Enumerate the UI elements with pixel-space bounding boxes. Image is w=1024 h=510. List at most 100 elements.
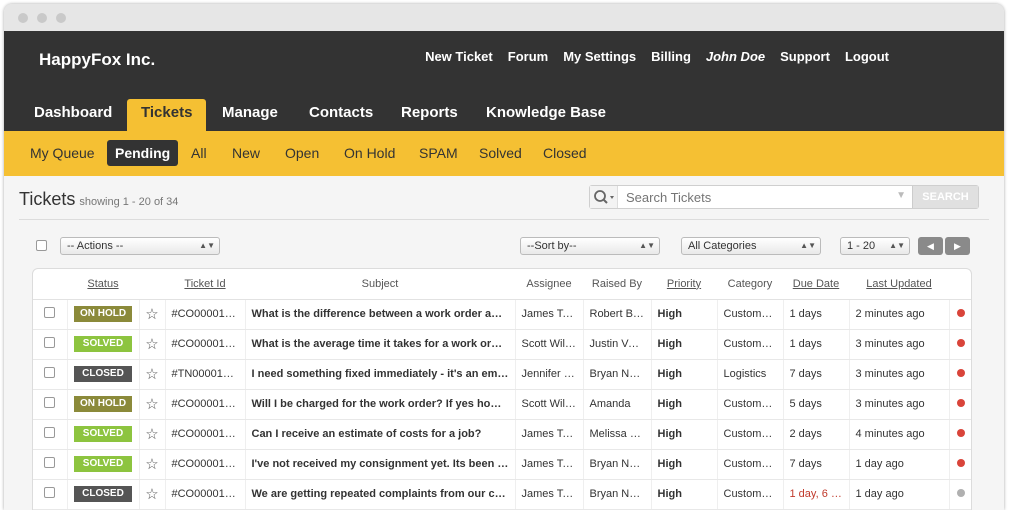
top-link-new-ticket[interactable]: New Ticket bbox=[425, 49, 493, 64]
search-input[interactable] bbox=[626, 190, 886, 205]
arrow-left-icon: ◀ bbox=[927, 241, 934, 251]
ticket-id[interactable]: #CO00001351 bbox=[165, 299, 246, 330]
ticket-last-updated: 2 minutes ago bbox=[849, 299, 950, 330]
window-maximize-dot[interactable] bbox=[56, 13, 66, 23]
column-header-ticket-id[interactable]: Ticket Id bbox=[165, 269, 245, 300]
top-link-john-doe[interactable]: John Doe bbox=[706, 49, 765, 64]
window-titlebar bbox=[4, 4, 1004, 31]
table-row[interactable]: ON HOLD ☆ #CO00001348 Will I be charged for… bbox=[33, 389, 971, 420]
ticket-id[interactable]: #CO00001350 bbox=[165, 329, 246, 360]
subtab-new[interactable]: New bbox=[224, 140, 268, 166]
row-checkbox[interactable] bbox=[44, 307, 56, 318]
column-header-last-updated[interactable]: Last Updated bbox=[849, 269, 949, 300]
table-row[interactable]: SOLVED ☆ #CO00001347 Can I receive an estim… bbox=[33, 419, 971, 450]
top-link-logout[interactable]: Logout bbox=[845, 49, 889, 64]
star-icon[interactable]: ☆ bbox=[145, 336, 158, 353]
status-badge: CLOSED bbox=[74, 366, 132, 382]
ticket-last-updated: 3 minutes ago bbox=[849, 359, 950, 390]
subtab-on-hold[interactable]: On Hold bbox=[336, 140, 403, 166]
star-icon[interactable]: ☆ bbox=[145, 486, 158, 503]
prev-page-button[interactable]: ◀ bbox=[918, 237, 943, 255]
ticket-category: Customer Support bbox=[717, 389, 784, 420]
ticket-subject[interactable]: We are getting repeated complaints from … bbox=[245, 479, 516, 510]
sort-select[interactable]: --Sort by-- ▲▼ bbox=[520, 237, 660, 255]
row-checkbox[interactable] bbox=[44, 397, 56, 408]
category-select[interactable]: All Categories ▲▼ bbox=[681, 237, 821, 255]
subtab-pending[interactable]: Pending bbox=[107, 140, 179, 166]
status-cell: CLOSED bbox=[67, 359, 140, 390]
subtab-all[interactable]: All bbox=[183, 140, 215, 166]
row-checkbox[interactable] bbox=[44, 367, 56, 378]
range-select[interactable]: 1 - 20 ▲▼ bbox=[840, 237, 910, 255]
window-minimize-dot[interactable] bbox=[37, 13, 47, 23]
ticket-assignee: Scott Williams bbox=[515, 329, 584, 360]
tickets-table-card: Status Ticket Id Subject Assignee Raised By P… bbox=[32, 268, 972, 510]
next-page-button[interactable]: ▶ bbox=[945, 237, 970, 255]
table-row[interactable]: SOLVED ☆ #CO00001341 I've not received my c… bbox=[33, 449, 971, 480]
actions-select[interactable]: -- Actions -- ▲▼ bbox=[60, 237, 220, 255]
tab-knowledge-base[interactable]: Knowledge Base bbox=[472, 99, 620, 131]
dot-cell bbox=[949, 419, 971, 450]
ticket-id[interactable]: #CO00001341 bbox=[165, 449, 246, 480]
dot-cell bbox=[949, 449, 971, 480]
status-cell: ON HOLD bbox=[67, 389, 140, 420]
search-icon[interactable] bbox=[590, 186, 618, 208]
ticket-subject[interactable]: What is the difference between a work or… bbox=[245, 299, 516, 330]
status-dot-icon bbox=[957, 339, 966, 347]
table-row[interactable]: SOLVED ☆ #CO00001350 What is the average ti… bbox=[33, 329, 971, 360]
column-header-priority[interactable]: Priority bbox=[651, 269, 717, 300]
top-link-forum[interactable]: Forum bbox=[508, 49, 548, 64]
tab-contacts[interactable]: Contacts bbox=[295, 99, 387, 131]
top-link-billing[interactable]: Billing bbox=[651, 49, 691, 64]
ticket-last-updated: 3 minutes ago bbox=[849, 329, 950, 360]
tab-tickets[interactable]: Tickets bbox=[127, 99, 207, 131]
table-row[interactable]: ON HOLD ☆ #CO00001351 What is the differenc… bbox=[33, 299, 971, 330]
star-icon[interactable]: ☆ bbox=[145, 456, 158, 473]
row-checkbox[interactable] bbox=[44, 427, 56, 438]
table-row[interactable]: CLOSED ☆ #TN00001349 I need something fixed… bbox=[33, 359, 971, 390]
ticket-assignee: Scott Williams bbox=[515, 389, 584, 420]
ticket-id[interactable]: #TN00001349 bbox=[165, 359, 246, 390]
star-icon[interactable]: ☆ bbox=[145, 396, 158, 413]
ticket-assignee: James Taylor bbox=[515, 449, 584, 480]
showing-count: showing 1 - 20 of 34 bbox=[79, 196, 179, 208]
ticket-id[interactable]: #CO00001348 bbox=[165, 389, 246, 420]
row-checkbox[interactable] bbox=[44, 487, 56, 498]
status-cell: ON HOLD bbox=[67, 299, 140, 330]
tickets-panel: Ticketsshowing 1 - 20 of 34 ▼ SEARCH -- … bbox=[4, 176, 1004, 510]
subtab-solved[interactable]: Solved bbox=[471, 140, 530, 166]
row-checkbox[interactable] bbox=[44, 457, 56, 468]
search-dropdown-icon[interactable]: ▼ bbox=[896, 190, 906, 201]
top-link-support[interactable]: Support bbox=[780, 49, 830, 64]
brand-name[interactable]: HappyFox Inc. bbox=[39, 50, 155, 70]
search-button[interactable]: SEARCH bbox=[912, 186, 978, 208]
top-link-my-settings[interactable]: My Settings bbox=[563, 49, 636, 64]
table-row[interactable]: CLOSED ☆ #CO00001340 We are getting repeate… bbox=[33, 479, 971, 510]
ticket-subject[interactable]: I need something fixed immediately - it'… bbox=[245, 359, 516, 390]
column-header-status[interactable]: Status bbox=[67, 269, 139, 300]
ticket-subject[interactable]: I've not received my consignment yet. It… bbox=[245, 449, 516, 480]
subtab-open[interactable]: Open bbox=[277, 140, 327, 166]
ticket-priority: High bbox=[651, 299, 718, 330]
status-badge: CLOSED bbox=[74, 486, 132, 502]
tab-reports[interactable]: Reports bbox=[387, 99, 472, 131]
ticket-subject[interactable]: Can I receive an estimate of costs for a… bbox=[245, 419, 516, 450]
star-icon[interactable]: ☆ bbox=[145, 366, 158, 383]
star-icon[interactable]: ☆ bbox=[145, 426, 158, 443]
tab-manage[interactable]: Manage bbox=[208, 99, 292, 131]
category-chevron-icon: ▲▼ bbox=[800, 241, 816, 250]
window-close-dot[interactable] bbox=[18, 13, 28, 23]
row-checkbox-cell bbox=[33, 419, 68, 450]
subtab-my-queue[interactable]: My Queue bbox=[22, 140, 103, 166]
ticket-subject[interactable]: Will I be charged for the work order? If… bbox=[245, 389, 516, 420]
subtab-closed[interactable]: Closed bbox=[535, 140, 595, 166]
column-header-due-date[interactable]: Due Date bbox=[783, 269, 849, 300]
star-icon[interactable]: ☆ bbox=[145, 306, 158, 323]
tab-dashboard[interactable]: Dashboard bbox=[20, 99, 126, 131]
row-checkbox[interactable] bbox=[44, 337, 56, 348]
subtab-spam[interactable]: SPAM bbox=[411, 140, 466, 166]
select-all-checkbox[interactable] bbox=[36, 240, 47, 251]
ticket-id[interactable]: #CO00001340 bbox=[165, 479, 246, 510]
ticket-subject[interactable]: What is the average time it takes for a … bbox=[245, 329, 516, 360]
ticket-id[interactable]: #CO00001347 bbox=[165, 419, 246, 450]
